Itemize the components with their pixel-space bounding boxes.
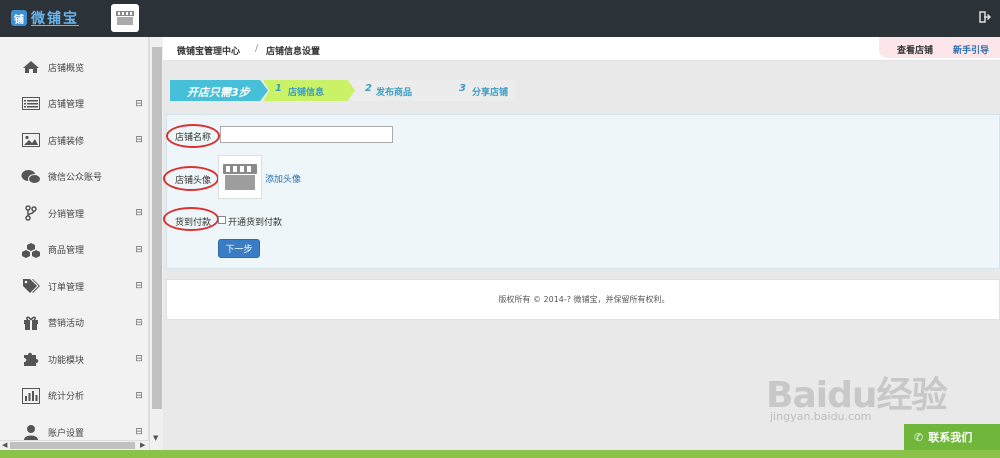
new-guide-button[interactable]: 新手引导 [953,43,989,56]
user-icon [20,423,42,441]
sidebar-item-3[interactable]: 微信公众账号 [0,159,148,196]
sidebar: 店铺概览店铺管理 ⊟ 店铺装修 ⊟ 微信公众账号 分销管理 ⊟ 商品管理 ⊟ 订单管理 ⊟ 营销活动 ⊟… [0,37,149,450]
sidebar-item-label: 微信公众账号 [48,173,103,184]
header-actions: 查看店铺 新手引导 [879,37,1000,58]
view-shop-button[interactable]: 查看店铺 [897,43,933,56]
sidebar-item-label: 功能模块 [48,355,85,366]
contact-us-label: 联系我们 [928,431,973,444]
setup-steps: 3 分享店铺 2 发布商品 1 店铺信息 开店只需3步 [170,80,516,101]
sidebar-item-label: 分销管理 [48,209,85,220]
step-1-number: 1 [275,83,282,94]
sidebar-item-label: 统计分析 [48,392,85,403]
sidebar-item-label: 账户设置 [48,428,85,439]
phone-icon: ✆ [914,430,924,444]
sidebar-item-label: 订单管理 [48,282,85,293]
logout-icon[interactable] [979,11,992,23]
expand-icon[interactable]: ⊟ [135,245,143,254]
sidebar-item-5[interactable]: 商品管理 ⊟ [0,232,148,269]
scroll-down-arrow-icon[interactable]: ▼ [153,434,158,442]
step-2-number: 2 [365,83,372,94]
copyright-text: 版权所有 © 2014-? 微铺宝，并保留所有权利。 [498,295,670,304]
expand-icon[interactable]: ⊟ [135,136,143,145]
wechat-icon [20,168,42,186]
next-step-button[interactable]: 下一步 [218,239,260,258]
sidebar-item-label: 商品管理 [48,246,85,257]
logo-text: 微铺宝 [31,11,79,27]
watermark-url: jingyan.baidu.com [770,410,872,423]
sidebar-item-1[interactable]: 店铺管理 ⊟ [0,86,148,123]
sidebar-item-8[interactable]: 功能模块 ⊟ [0,341,148,378]
cod-checkbox[interactable] [218,216,226,224]
shop-icon[interactable] [111,4,139,32]
contact-us-button[interactable]: ✆ 联系我们 [904,424,1000,450]
home-icon [20,58,42,76]
sidebar-vertical-scrollbar[interactable]: ▼ [149,37,163,450]
expand-icon[interactable]: ⊟ [135,209,143,218]
bottom-strip [0,450,1000,458]
expand-icon[interactable]: ⊟ [135,355,143,364]
logo[interactable]: 铺 微铺宝 [11,8,79,28]
scroll-thumb[interactable] [152,47,162,409]
sidebar-item-9[interactable]: 统计分析 ⊟ [0,378,148,415]
gift-icon [20,314,42,332]
step-3[interactable]: 3 分享店铺 [434,80,516,101]
step-2-label: 发布商品 [376,88,413,98]
expand-icon[interactable]: ⊟ [135,391,143,400]
annotation-ellipse [166,124,220,148]
shop-avatar-icon [223,164,257,190]
expand-icon[interactable]: ⊟ [135,282,143,291]
scroll-left-arrow-icon[interactable]: ◀ [2,441,7,449]
step-3-number: 3 [459,83,466,94]
annotation-ellipse [163,166,219,191]
sidebar-item-4[interactable]: 分销管理 ⊟ [0,195,148,232]
step-1-label: 店铺信息 [288,88,325,98]
sidebar-item-label: 店铺概览 [48,63,85,74]
expand-icon[interactable]: ⊟ [135,428,143,437]
sidebar-item-7[interactable]: 营销活动 ⊟ [0,305,148,342]
avatar-preview[interactable] [218,155,262,199]
list-icon [20,95,42,113]
sidebar-item-label: 店铺装修 [48,136,85,147]
bar-chart-icon [20,387,42,405]
expand-icon[interactable]: ⊟ [135,99,143,108]
top-bar: 铺 微铺宝 [0,0,1000,37]
scroll-thumb[interactable] [10,442,135,449]
logo-badge: 铺 [11,10,27,26]
step-2[interactable]: 2 发布商品 [350,80,440,101]
annotation-ellipse [163,207,219,231]
breadcrumb: 微铺宝管理中心 / 店铺信息设置 查看店铺 新手引导 [163,37,1000,61]
sidebar-item-6[interactable]: 订单管理 ⊟ [0,268,148,305]
sidebar-horizontal-scrollbar[interactable]: ◀ ▶ [0,440,149,450]
image-icon [20,131,42,149]
cubes-icon [20,241,42,259]
branch-icon [20,204,42,222]
breadcrumb-current: 店铺信息设置 [266,47,321,57]
sidebar-item-2[interactable]: 店铺装修 ⊟ [0,122,148,159]
footer: 版权所有 © 2014-? 微铺宝，并保留所有权利。 [166,279,1000,320]
expand-icon[interactable]: ⊟ [135,318,143,327]
sidebar-item-label: 店铺管理 [48,100,85,111]
shop-name-input[interactable] [220,126,393,143]
cod-checkbox-label[interactable]: 开通货到付款 [228,215,282,228]
sidebar-item-0[interactable]: 店铺概览 [0,49,148,86]
breadcrumb-separator: / [255,44,259,54]
sidebar-item-label: 营销活动 [48,319,85,330]
step-3-label: 分享店铺 [472,88,509,98]
step-1[interactable]: 1 店铺信息 [263,80,355,101]
add-avatar-link[interactable]: 添加头像 [265,172,301,185]
steps-intro: 开店只需3步 [170,80,268,101]
tags-icon [20,277,42,295]
puzzle-icon [20,350,42,368]
breadcrumb-root[interactable]: 微铺宝管理中心 [177,44,240,57]
scroll-right-arrow-icon[interactable]: ▶ [140,441,145,449]
